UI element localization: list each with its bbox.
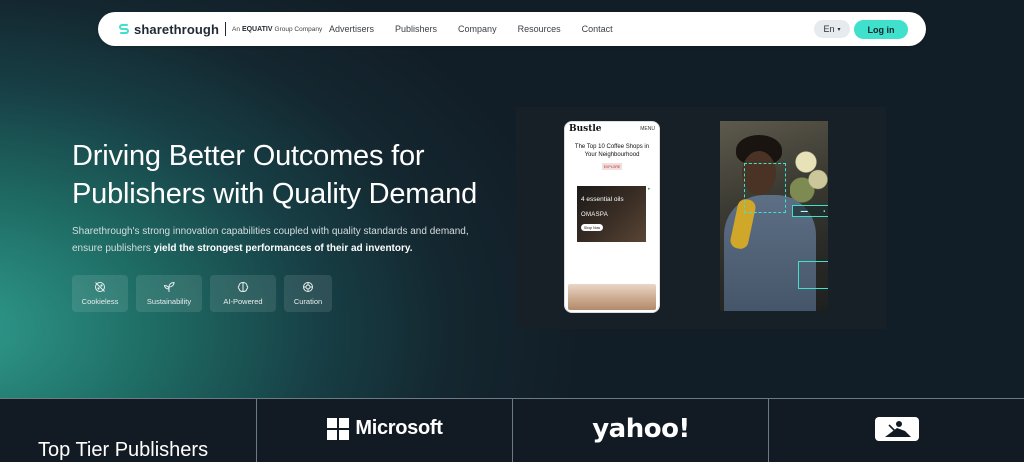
language-value: En	[823, 24, 835, 34]
ad-cta: Shop Now	[581, 224, 603, 231]
feature-chips: Cookieless Sustainability AI-Powered Cur…	[72, 275, 332, 312]
brand-sub-prefix: An	[231, 25, 240, 33]
brand-sub-suffix: Group Company	[274, 25, 323, 33]
logo-tile-yahoo: yahoo!	[512, 399, 769, 462]
ad-headline: 4 essential oils	[581, 196, 624, 203]
detection-dot-icon: ●	[823, 209, 826, 213]
phone-menu-label: MENU	[640, 126, 655, 132]
nav-links: Advertisers Publishers Company Resources…	[329, 12, 634, 46]
hero-headline: Driving Better Outcomes for Publishers w…	[72, 137, 512, 213]
phone-mockup: Bustle MENU The Top 10 Coffee Shops in Y…	[564, 121, 660, 313]
feature-label: Cookieless	[81, 297, 119, 306]
ad-brand: OMASPA	[581, 212, 609, 218]
publishers-heading: Top Tier Publishers	[38, 439, 209, 461]
nav-link-publishers[interactable]: Publishers	[395, 24, 437, 34]
cookieless-icon	[95, 282, 105, 292]
chevron-down-icon: ▾	[837, 26, 841, 33]
microsoft-grid-icon	[327, 417, 350, 440]
feature-curation[interactable]: Curation	[284, 275, 332, 312]
detection-box-phone	[798, 261, 828, 289]
microsoft-logo: Microsoft	[327, 417, 443, 440]
ad-showcase: Bustle MENU The Top 10 Coffee Shops in Y…	[516, 107, 886, 329]
mlb-logo	[875, 416, 919, 441]
feature-ai-powered[interactable]: AI-Powered	[210, 275, 276, 312]
curation-icon	[303, 282, 313, 292]
nav-link-contact[interactable]: Contact	[582, 24, 613, 34]
yahoo-logo: yahoo!	[592, 413, 690, 444]
feature-label: Sustainability	[146, 297, 192, 306]
login-button[interactable]: Log in	[854, 20, 908, 39]
logo-tile-microsoft: Microsoft	[256, 399, 513, 462]
brand-name: sharethrough	[134, 21, 219, 37]
brain-icon	[237, 281, 249, 293]
ai-detection-photo: ▬▬ ●	[720, 121, 828, 311]
ad-choices-icon: ▸	[648, 186, 651, 192]
phone-explore-button: EXPLORE	[602, 163, 622, 170]
feature-cookieless[interactable]: Cookieless	[72, 275, 128, 312]
detection-box-face	[744, 163, 786, 213]
hero-description: Sharethrough's strong innovation capabil…	[72, 223, 492, 257]
equativ-wordmark: EQUATIV	[241, 25, 273, 33]
sprout-icon	[163, 281, 175, 292]
phone-ad-creative: 4 essential oils OMASPA Shop Now	[577, 186, 646, 242]
detection-tag: ▬▬ ●	[792, 205, 828, 217]
detection-tag-bar: ▬▬	[800, 209, 808, 213]
feature-sustainability[interactable]: Sustainability	[136, 275, 202, 312]
hero-headline-line2: Publishers with Quality Demand	[72, 178, 478, 210]
nav-link-resources[interactable]: Resources	[518, 24, 561, 34]
top-navigation-bar: sharethrough An EQUATIV Group Company Ad…	[98, 12, 926, 46]
brand-subtitle: An EQUATIV Group Company	[232, 26, 322, 33]
sharethrough-logo[interactable]: sharethrough An EQUATIV Group Company	[118, 21, 322, 37]
hero-headline-line1: Driving Better Outcomes for	[72, 140, 425, 172]
nav-link-company[interactable]: Company	[458, 24, 497, 34]
nav-link-advertisers[interactable]: Advertisers	[329, 24, 374, 34]
feature-label: AI-Powered	[223, 297, 263, 306]
sharethrough-logo-icon	[119, 24, 129, 34]
language-selector[interactable]: En ▾	[814, 20, 850, 38]
logo-divider	[224, 22, 226, 36]
phone-header: Bustle MENU	[565, 122, 659, 136]
feature-label: Curation	[293, 297, 323, 306]
logo-tile-mlb	[768, 399, 1024, 462]
hero-description-bold: yield the strongest performances of thei…	[153, 243, 413, 254]
bustle-logo: Bustle	[569, 124, 602, 134]
phone-article-image	[568, 284, 656, 310]
publishers-strip: Top Tier Publishers Microsoft yahoo!	[0, 398, 1024, 462]
phone-article-title: The Top 10 Coffee Shops in Your Neighbou…	[574, 144, 650, 158]
microsoft-wordmark: Microsoft	[355, 417, 443, 439]
